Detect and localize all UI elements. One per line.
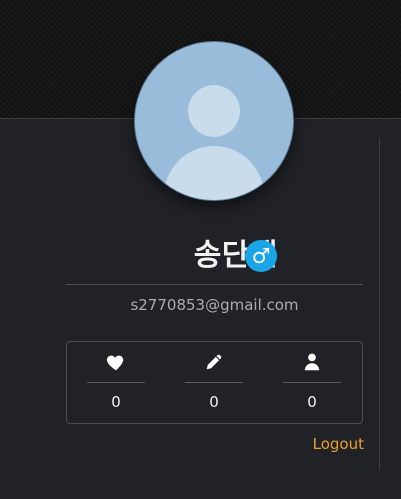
likes-count: 0 — [111, 393, 121, 411]
person-icon — [304, 353, 320, 371]
avatar-body-shape — [164, 146, 264, 200]
avatar-head-shape — [188, 85, 240, 137]
logout-link[interactable]: Logout — [304, 433, 364, 455]
vertical-divider — [379, 138, 380, 470]
name-divider — [66, 284, 363, 285]
stat-divider — [283, 382, 341, 383]
stats-panel: 0 0 0 — [66, 341, 363, 424]
avatar[interactable] — [134, 41, 294, 201]
pencil-icon — [206, 354, 222, 370]
male-symbol-icon: ♂ — [245, 240, 277, 272]
stat-posts[interactable]: 0 — [165, 342, 263, 423]
posts-count: 0 — [209, 393, 219, 411]
stat-followers[interactable]: 0 — [263, 342, 361, 423]
stat-divider — [87, 382, 145, 383]
stat-divider — [185, 382, 243, 383]
profile-email: s2770853@gmail.com — [130, 296, 299, 314]
stat-likes[interactable]: 0 — [67, 342, 165, 423]
followers-count: 0 — [307, 393, 317, 411]
heart-icon — [106, 355, 124, 371]
profile-page: 송단샘 ♂ s2770853@gmail.com 0 0 0 Logout — [0, 0, 401, 499]
